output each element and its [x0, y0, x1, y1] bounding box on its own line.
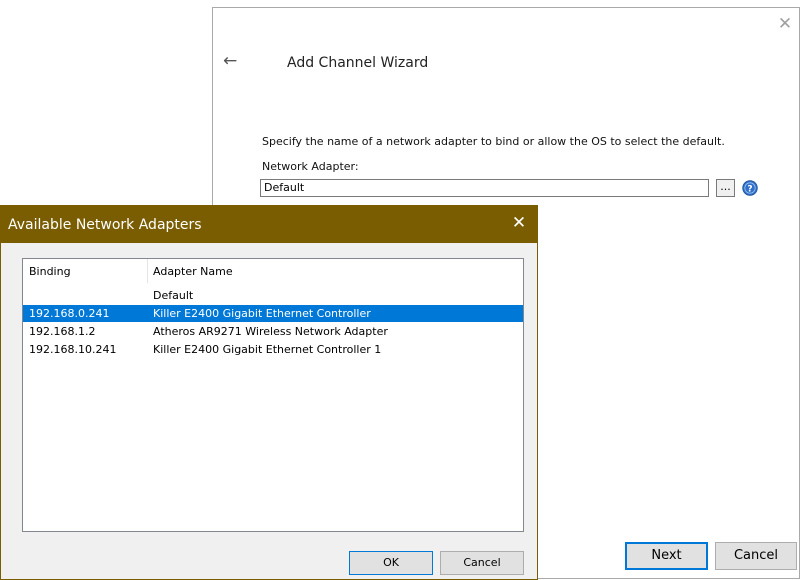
listview-header: Binding Adapter Name: [23, 259, 523, 283]
list-item[interactable]: Default: [23, 287, 523, 304]
browse-button[interactable]: ...: [716, 179, 735, 197]
binding-cell: 192.168.0.241: [29, 307, 110, 320]
binding-cell: 192.168.10.241: [29, 343, 117, 356]
back-arrow-icon[interactable]: ←: [223, 51, 237, 71]
dialog-titlebar[interactable]: Available Network Adapters ✕: [1, 206, 537, 243]
wizard-cancel-button[interactable]: Cancel: [715, 542, 797, 570]
close-icon[interactable]: ✕: [775, 14, 795, 34]
wizard-title: Add Channel Wizard: [287, 55, 429, 71]
available-network-adapters-dialog: Available Network Adapters ✕ Binding Ada…: [0, 205, 538, 580]
column-header-binding[interactable]: Binding: [29, 265, 71, 278]
next-button[interactable]: Next: [625, 542, 708, 570]
dialog-cancel-button[interactable]: Cancel: [440, 551, 524, 575]
list-item[interactable]: 192.168.1.2 Atheros AR9271 Wireless Netw…: [23, 323, 523, 340]
list-item[interactable]: 192.168.10.241 Killer E2400 Gigabit Ethe…: [23, 341, 523, 358]
help-icon[interactable]: ?: [742, 180, 758, 196]
network-adapter-field[interactable]: Default: [260, 179, 709, 197]
svg-text:?: ?: [747, 184, 752, 194]
column-divider[interactable]: [147, 259, 148, 283]
column-header-adapter-name[interactable]: Adapter Name: [153, 265, 233, 278]
wizard-instruction: Specify the name of a network adapter to…: [262, 135, 725, 148]
binding-cell: 192.168.1.2: [29, 325, 96, 338]
adapter-name-cell: Killer E2400 Gigabit Ethernet Controller…: [153, 343, 382, 356]
adapter-name-cell: Killer E2400 Gigabit Ethernet Controller: [153, 307, 371, 320]
network-adapter-label: Network Adapter:: [262, 160, 359, 173]
ok-button[interactable]: OK: [349, 551, 433, 575]
adapters-listview[interactable]: Binding Adapter Name Default 192.168.0.2…: [22, 258, 524, 532]
adapter-name-cell: Default: [153, 289, 194, 302]
dialog-title: Available Network Adapters: [8, 217, 202, 233]
adapter-name-cell: Atheros AR9271 Wireless Network Adapter: [153, 325, 388, 338]
close-icon[interactable]: ✕: [509, 213, 529, 233]
list-item-selected[interactable]: 192.168.0.241 Killer E2400 Gigabit Ether…: [23, 305, 523, 322]
